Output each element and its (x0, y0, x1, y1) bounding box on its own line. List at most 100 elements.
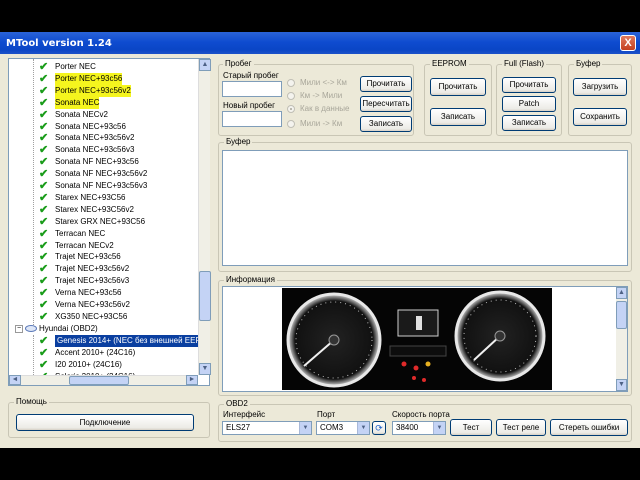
info-vertical-scrollbar[interactable]: ▲ ▼ (616, 287, 627, 391)
checkmark-icon: ✔ (39, 335, 49, 347)
radio-km-miles[interactable] (287, 92, 295, 100)
tree-item-label: Porter NEC (55, 62, 96, 71)
radio-miles-km[interactable] (287, 79, 295, 87)
old-mileage-field[interactable] (222, 81, 282, 97)
tree-item-label: Sonata NEC+93c56v3 (55, 145, 135, 155)
port-speed-select[interactable]: 38400 ▼ (392, 421, 446, 435)
buffer-text-area[interactable] (222, 150, 628, 266)
port-label: Порт (317, 410, 336, 419)
scroll-up-icon[interactable]: ▲ (616, 287, 627, 299)
eeprom-write-button[interactable]: Записать (430, 108, 486, 126)
tree-item-label: Trajet NEC+93c56 (55, 252, 121, 262)
tree-item[interactable]: ✔ Sonata NEC+93c56v2 (9, 132, 209, 144)
tree-item[interactable]: ✔ Starex NEC+93C56v2 (9, 204, 209, 216)
radio-as-in-data[interactable] (287, 105, 295, 113)
hscroll-thumb[interactable] (69, 376, 129, 385)
tree-item-label: Porter NEC+93c56v2 (55, 84, 131, 97)
eeprom-read-button[interactable]: Прочитать (430, 78, 486, 96)
chevron-down-icon[interactable]: ▼ (357, 422, 369, 434)
tree-item-label: Genesis 2014+ (NEC без внешней EEP (55, 335, 203, 347)
tree-item-label: Sonata NECv2 (55, 109, 108, 119)
tree-item[interactable]: ✔ Sonata NEC+93c56 (9, 121, 209, 133)
vehicle-tree[interactable]: ✔ Porter NEC ✔ Porter NEC+93c56 ✔ Porter NEC+… (8, 58, 210, 386)
connect-button[interactable]: Подключение (16, 414, 194, 431)
tree-vertical-scrollbar[interactable]: ▲ ▼ (198, 59, 211, 375)
flash-read-button[interactable]: Прочитать (502, 77, 556, 93)
scroll-thumb[interactable] (616, 301, 627, 329)
test-relay-button[interactable]: Тест реле (496, 419, 546, 436)
port-select[interactable]: COM3 ▼ (316, 421, 370, 435)
scroll-up-icon[interactable]: ▲ (199, 59, 211, 71)
tree-item-label: Porter NEC+93c56 (55, 72, 123, 85)
tree-item-label: Sonata NF NEC+93c56v2 (55, 169, 148, 179)
close-button[interactable]: X (620, 35, 636, 51)
tree-item[interactable]: ✔ Verna NEC+93c56v2 (9, 299, 209, 311)
new-mileage-field[interactable] (222, 111, 282, 127)
chevron-down-icon[interactable]: ▼ (433, 422, 445, 434)
tree-item[interactable]: ✔ Terracan NEC (9, 228, 209, 240)
checkmark-icon: ✔ (39, 180, 49, 192)
tree-item[interactable]: ✔ Sonata NF NEC+93c56v2 (9, 168, 209, 180)
checkmark-icon: ✔ (39, 215, 49, 228)
interface-label: Интерфейс (223, 410, 266, 419)
scroll-left-icon[interactable]: ◄ (9, 375, 21, 385)
checkmark-icon: ✔ (39, 108, 49, 121)
tree-item[interactable]: ✔ Terracan NECv2 (9, 240, 209, 252)
tree-item[interactable]: ✔ Starex GRX NEC+93C56 (9, 216, 209, 228)
scroll-down-icon[interactable]: ▼ (199, 363, 211, 375)
scroll-down-icon[interactable]: ▼ (616, 379, 627, 391)
tree-item[interactable]: ✔ I20 2010+ (24C16) (9, 359, 209, 371)
interface-value: ELS27 (226, 423, 251, 432)
tree-item[interactable]: ✔ Genesis 2014+ (NEC без внешней EEP (9, 335, 209, 347)
tree-item[interactable]: ✔ Sonata NF NEC+93c56v3 (9, 180, 209, 192)
buffer-save-button[interactable]: Сохранить (573, 108, 627, 126)
checkmark-icon: ✔ (39, 275, 49, 288)
tree-item[interactable]: ✔ Porter NEC+93c56 (9, 72, 209, 85)
radio-miles-to-km[interactable] (287, 120, 295, 128)
mileage-recalc-button[interactable]: Пересчитать (360, 96, 412, 112)
tree-item[interactable]: ✔ Trajet NEC+93c56v2 (9, 263, 209, 275)
tree-item[interactable]: ✔ Sonata NF NEC+93c56 (9, 156, 209, 168)
tree-item[interactable]: ✔ Sonata NEC (9, 96, 209, 109)
radio-miles-km-label: Мили <-> Км (300, 78, 347, 87)
mileage-read-button[interactable]: Прочитать (360, 76, 412, 92)
tree-item-label: Sonata NF NEC+93c56 (55, 157, 139, 167)
tree-item[interactable]: ✔ Sonata NEC+93c56v3 (9, 144, 209, 156)
instrument-cluster-image (286, 290, 546, 388)
test-button[interactable]: Тест (450, 419, 492, 436)
collapse-icon[interactable]: − (15, 324, 23, 333)
tree-group-hyundai-obd2[interactable]: − Hyundai (OBD2) (15, 323, 98, 335)
tree-item[interactable]: ✔ Starex NEC+93C56 (9, 192, 209, 204)
interface-select[interactable]: ELS27 ▼ (222, 421, 312, 435)
tree-horizontal-scrollbar[interactable]: ◄ ► (9, 375, 198, 385)
scroll-right-icon[interactable]: ► (186, 375, 198, 385)
tree-item[interactable]: ✔ Trajet NEC+93c56v3 (9, 275, 209, 287)
checkmark-icon: ✔ (39, 310, 49, 323)
tree-item-label: Sonata NEC (55, 96, 100, 109)
mileage-write-button[interactable]: Записать (360, 116, 412, 132)
port-value: COM3 (320, 423, 344, 432)
flash-patch-button[interactable]: Patch (502, 96, 556, 112)
obd2-group-title: OBD2 (224, 399, 250, 408)
chevron-down-icon[interactable]: ▼ (299, 422, 311, 434)
tree-item[interactable]: ✔ XG350 NEC+93C56 (9, 311, 209, 323)
tree-item[interactable]: ✔ Trajet NEC+93c56 (9, 251, 209, 263)
refresh-ports-button[interactable]: ⟳ (372, 421, 386, 435)
tree-item-label: Terracan NECv2 (55, 240, 114, 250)
clear-errors-button[interactable]: Стереть ошибки (550, 419, 628, 436)
buffer-load-button[interactable]: Загрузить (573, 78, 627, 96)
tree-item-label: Starex NEC+93C56 (55, 192, 126, 202)
tree-item[interactable]: ✔ Verna NEC+93c56 (9, 287, 209, 299)
tree-item[interactable]: ✔ Porter NEC (9, 61, 209, 73)
tree-item[interactable]: ✔ Sonata NECv2 (9, 109, 209, 121)
flash-write-button[interactable]: Записать (502, 115, 556, 131)
tree-item-label: Trajet NEC+93c56v2 (55, 264, 130, 274)
tree-item[interactable]: ✔ Porter NEC+93c56v2 (9, 84, 209, 97)
radio-as-in-data-label: Как в данные (300, 104, 350, 113)
checkmark-icon: ✔ (39, 299, 49, 311)
tree-group-label: Hyundai (OBD2) (39, 324, 98, 333)
tree-item[interactable]: ✔ Accent 2010+ (24C16) (9, 347, 209, 359)
buffer-group-title: Буфер (574, 59, 603, 68)
tree-item-label: Starex NEC+93C56v2 (55, 204, 134, 214)
scroll-thumb[interactable] (199, 271, 211, 321)
